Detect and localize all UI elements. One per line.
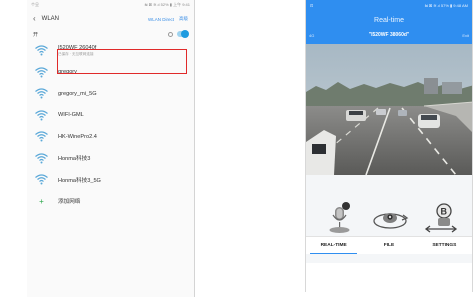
wifi-signal-icon [35,110,48,121]
app-title-bar: Real-time 4G "I520WF 38060d" Exit [306,10,472,44]
page-title: WLAN [41,16,60,22]
wifi-network-item[interactable]: gregory_mi_5G [27,83,194,105]
status-bar: ⊡ ₦ ⊠ ≋.ıl 57% ▮ 9:48 AM [306,0,472,10]
camera-name: "I520WF 38060d" [368,32,410,38]
selected-network-highlight [57,49,187,74]
bottom-tab-bar: REAL-TIME FILE SETTINGS [306,236,472,254]
add-network-item[interactable]: + 添加网络 [27,191,194,213]
rotate-camera-icon[interactable] [370,199,410,239]
controls-panel: B REAL-TIME FILE SETTINGS [306,175,472,263]
wifi-direct-button[interactable]: WLAN Direct [148,17,174,22]
wifi-signal-icon [35,131,48,142]
switch-camera-b-icon[interactable]: B [424,199,458,239]
tab-settings[interactable]: SETTINGS [417,237,472,254]
wifi-network-item[interactable]: Honma科技3 [27,148,194,170]
voice-record-icon[interactable] [325,199,355,239]
status-bar: 个旦 ₦ ⊠ ≋.ıl 52% ▮ 上午 9:41 [27,0,194,10]
wifi-signal-icon [35,153,48,164]
page-title: Real-time [374,17,404,24]
add-icon: + [39,196,44,206]
status-right-info: ₦ ⊠ ≋.ıl 52% ▮ 上午 9:41 [144,2,190,7]
wifi-header: ‹ WLAN WLAN Direct 高级 [27,10,194,28]
exit-button[interactable]: Exit [462,33,469,38]
tab-real-time[interactable]: REAL-TIME [306,237,361,254]
dashcam-app-screen: ⊡ ₦ ⊠ ≋.ıl 57% ▮ 9:48 AM Real-time 4G "I… [305,0,473,292]
wifi-network-name: Honma科技3_5G [58,177,101,184]
wifi-network-item[interactable]: Honma科技3_5G [27,169,194,191]
wifi-signal-icon [35,67,48,78]
status-left-icons: ⊡ [310,2,314,8]
wifi-signal-icon [35,174,48,185]
wifi-toggle-row: 开 [27,28,194,40]
wifi-network-name: Honma科技3 [58,156,91,163]
wifi-network-item[interactable]: WIFI-GML [27,105,194,127]
wifi-network-name: WIFI-GML [58,112,84,119]
wifi-settings-screen: 个旦 ₦ ⊠ ≋.ıl 52% ▮ 上午 9:41 ‹ WLAN WLAN Di… [27,0,195,297]
advanced-button[interactable]: 高级 [179,16,188,22]
wifi-signal-icon [35,45,48,56]
wifi-network-name: gregory_mi_5G [58,90,97,97]
wifi-network-name: HK-WinePro2.4 [58,133,97,140]
road-scene-image [306,44,472,175]
status-left-icons: 个旦 [31,2,39,7]
svg-text:B: B [441,207,448,217]
wifi-toggle-label: 开 [33,31,39,38]
wifi-settings-icon[interactable] [168,31,173,37]
back-icon[interactable]: ‹ [33,15,36,23]
wifi-toggle[interactable] [177,30,189,38]
wifi-network-item[interactable]: HK-WinePro2.4 [27,126,194,148]
live-video-feed[interactable] [306,44,472,175]
status-right-info: ₦ ⊠ ≋.ıl 57% ▮ 9:48 AM [424,2,468,8]
wifi-signal-icon [35,88,48,99]
add-network-label: 添加网络 [58,199,81,206]
tab-file[interactable]: FILE [361,237,416,254]
